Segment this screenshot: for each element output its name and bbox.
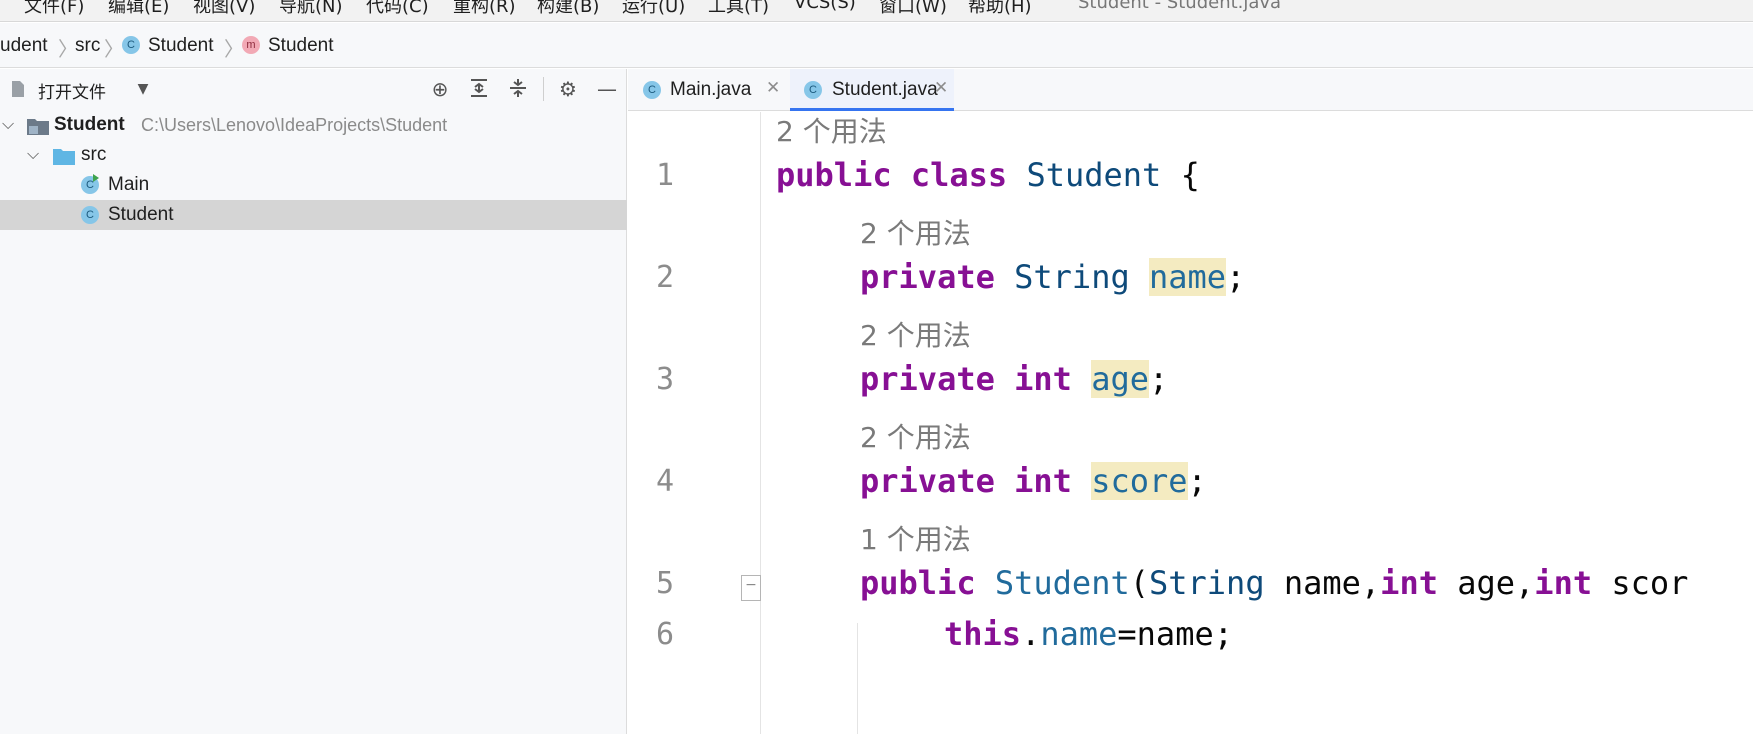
- minimize-icon[interactable]: —: [594, 77, 620, 101]
- tree-main-label: Main: [108, 174, 150, 195]
- breadcrumb: udent 〉 src 〉 C Student 〉 m Student: [0, 23, 1753, 68]
- code-line-6: this.name=name;: [944, 615, 1233, 653]
- tab-main-java[interactable]: C Main.java ✕: [628, 69, 790, 111]
- locate-icon[interactable]: ⊕: [427, 77, 453, 101]
- chevron-down-icon[interactable]: ⌵: [27, 144, 39, 164]
- tree-row-src[interactable]: ⌵ src: [0, 140, 627, 170]
- breadcrumb-method[interactable]: Student: [268, 35, 334, 57]
- code-editor[interactable]: 2 个用法 1 public class Student { 2 个用法 2 p…: [628, 112, 1753, 734]
- line-number: 3: [656, 362, 675, 397]
- toolbar-divider: [543, 77, 544, 101]
- project-toolbar: 打开文件 ▼ ⊕ ⚙ —: [0, 69, 627, 109]
- menu-bar: 文件(F) 编辑(E) 视图(V) 导航(N) 代码(C) 重构(R) 构建(B…: [0, 0, 1753, 22]
- breadcrumb-chevron-icon: 〉: [224, 37, 244, 61]
- usage-hint[interactable]: 1 个用法: [860, 518, 971, 558]
- chevron-down-icon[interactable]: ⌵: [2, 114, 14, 134]
- tree-row-student[interactable]: C Student: [0, 200, 627, 230]
- breadcrumb-project[interactable]: udent: [0, 35, 48, 57]
- usage-hint[interactable]: 2 个用法: [860, 314, 971, 354]
- tree-student-label: Student: [108, 204, 174, 225]
- breadcrumb-src[interactable]: src: [75, 35, 100, 57]
- menu-edit[interactable]: 编辑(E): [108, 0, 169, 18]
- tab-label: Student.java: [832, 79, 938, 100]
- collapse-all-icon[interactable]: [505, 77, 531, 101]
- menu-run[interactable]: 运行(U): [622, 0, 685, 18]
- menu-code[interactable]: 代码(C): [366, 0, 429, 18]
- class-icon: C: [122, 36, 140, 54]
- close-icon[interactable]: ✕: [934, 78, 948, 98]
- tree-project-path: C:\Users\Lenovo\IdeaProjects\Student: [141, 115, 448, 135]
- code-line-1: public class Student {: [776, 156, 1200, 194]
- tree-src-label: src: [81, 144, 107, 165]
- module-folder-icon: [27, 119, 49, 135]
- tree-row-main[interactable]: C Main: [0, 170, 627, 200]
- usage-hint[interactable]: 2 个用法: [860, 212, 971, 252]
- menu-view[interactable]: 视图(V): [193, 0, 255, 18]
- menu-refactor[interactable]: 重构(R): [453, 0, 516, 18]
- code-line-5: public Student(String name,int age,int s…: [860, 564, 1689, 602]
- chevron-down-icon[interactable]: ▼: [130, 77, 156, 101]
- class-icon: C: [804, 81, 822, 99]
- tree-project-name: Student: [54, 114, 125, 135]
- gutter-divider: [760, 112, 761, 734]
- project-view-title[interactable]: 打开文件: [38, 78, 106, 103]
- breadcrumb-class[interactable]: Student: [148, 35, 214, 57]
- file-icon: [12, 81, 24, 97]
- breadcrumb-chevron-icon: 〉: [104, 37, 124, 61]
- code-line-3: private int age;: [860, 360, 1169, 398]
- menu-window[interactable]: 窗口(W): [879, 0, 947, 18]
- usage-hint[interactable]: 2 个用法: [776, 112, 887, 150]
- indent-guide: [857, 623, 858, 734]
- tree-row-project[interactable]: ⌵ Student C:\Users\Lenovo\IdeaProjects\S…: [0, 110, 627, 140]
- line-number: 2: [656, 260, 675, 295]
- menu-file[interactable]: 文件(F): [24, 0, 84, 18]
- window-title: Student - Student.java: [1078, 0, 1282, 13]
- close-icon[interactable]: ✕: [766, 78, 780, 98]
- run-arrow-icon: [93, 174, 99, 182]
- runnable-class-icon: C: [643, 81, 661, 99]
- method-icon: m: [242, 36, 260, 54]
- menu-build[interactable]: 构建(B): [537, 0, 599, 18]
- usage-hint[interactable]: 2 个用法: [860, 416, 971, 456]
- menu-navigate[interactable]: 导航(N): [279, 0, 343, 18]
- code-line-2: private String name;: [860, 258, 1246, 296]
- line-number: 5: [656, 566, 675, 601]
- menu-tools[interactable]: 工具(T): [708, 0, 769, 18]
- fold-toggle-icon[interactable]: −: [741, 575, 761, 601]
- expand-all-icon[interactable]: [466, 77, 492, 101]
- gear-icon[interactable]: ⚙: [555, 77, 581, 101]
- line-number: 6: [656, 617, 675, 652]
- menu-vcs[interactable]: VCS(S): [794, 0, 856, 13]
- editor-tabs: C Main.java ✕ C Student.java ✕: [628, 69, 1753, 111]
- line-number: 1: [656, 158, 675, 193]
- class-icon: C: [81, 206, 99, 224]
- code-line-4: private int score;: [860, 462, 1207, 500]
- project-panel: 打开文件 ▼ ⊕ ⚙ — ⌵ Student C:\Users\Lenovo\I…: [0, 69, 627, 734]
- menu-help[interactable]: 帮助(H): [968, 0, 1032, 18]
- tab-student-java[interactable]: C Student.java ✕: [790, 69, 954, 111]
- line-number: 4: [656, 464, 675, 499]
- source-folder-icon: [53, 149, 75, 165]
- tab-label: Main.java: [670, 79, 752, 100]
